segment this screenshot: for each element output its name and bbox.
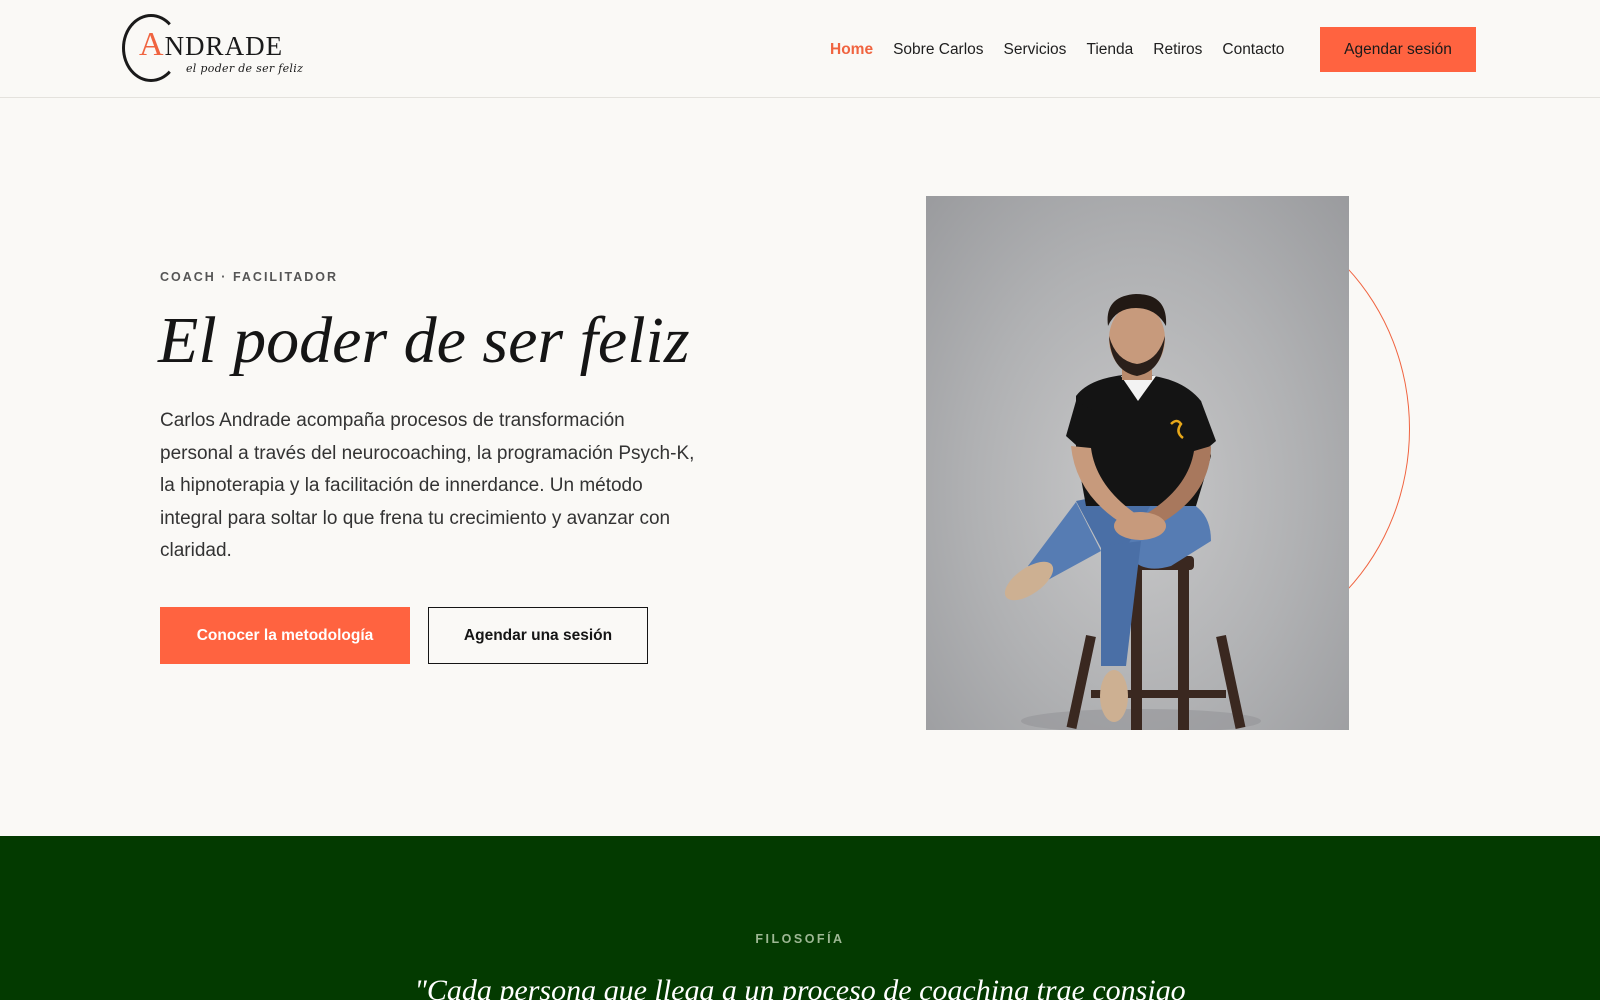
nav-item-home[interactable]: Home (830, 38, 873, 62)
logo-rest: NDRADE (164, 31, 284, 61)
nav-item-sobre-carlos[interactable]: Sobre Carlos (893, 38, 983, 62)
portrait-photo (926, 196, 1349, 730)
nav-item-retiros[interactable]: Retiros (1153, 38, 1202, 62)
book-session-button[interactable]: Agendar una sesión (428, 607, 648, 664)
portrait-illustration (1004, 294, 1261, 730)
philosophy-section: FILOSOFÍA "Cada persona que llega a un p… (0, 836, 1600, 1000)
philosophy-quote: "Cada persona que llega a un proceso de … (414, 974, 1186, 1000)
main-nav: Home Sobre Carlos Servicios Tienda Retir… (830, 38, 1304, 62)
hero-eyebrow: COACH · FACILITADOR (160, 270, 339, 284)
brand-logo[interactable]: ANDRADE el poder de ser feliz (122, 14, 303, 84)
logo-letter: A (139, 26, 165, 63)
nav-item-servicios[interactable]: Servicios (1004, 38, 1067, 62)
nav-item-tienda[interactable]: Tienda (1086, 38, 1133, 62)
hero-description: Carlos Andrade acompaña procesos de tran… (160, 410, 695, 561)
nav-item-contacto[interactable]: Contacto (1222, 38, 1284, 62)
site-header: ANDRADE el poder de ser feliz Home Sobre… (0, 0, 1600, 98)
methodology-button[interactable]: Conocer la metodología (160, 607, 410, 664)
logo-tagline: el poder de ser feliz (186, 62, 304, 75)
logo-wordmark: ANDRADE (139, 26, 283, 64)
header-book-session-button[interactable]: Agendar sesión (1320, 27, 1476, 72)
philosophy-eyebrow: FILOSOFÍA (755, 932, 845, 946)
hero-title: El poder de ser feliz (158, 304, 690, 377)
